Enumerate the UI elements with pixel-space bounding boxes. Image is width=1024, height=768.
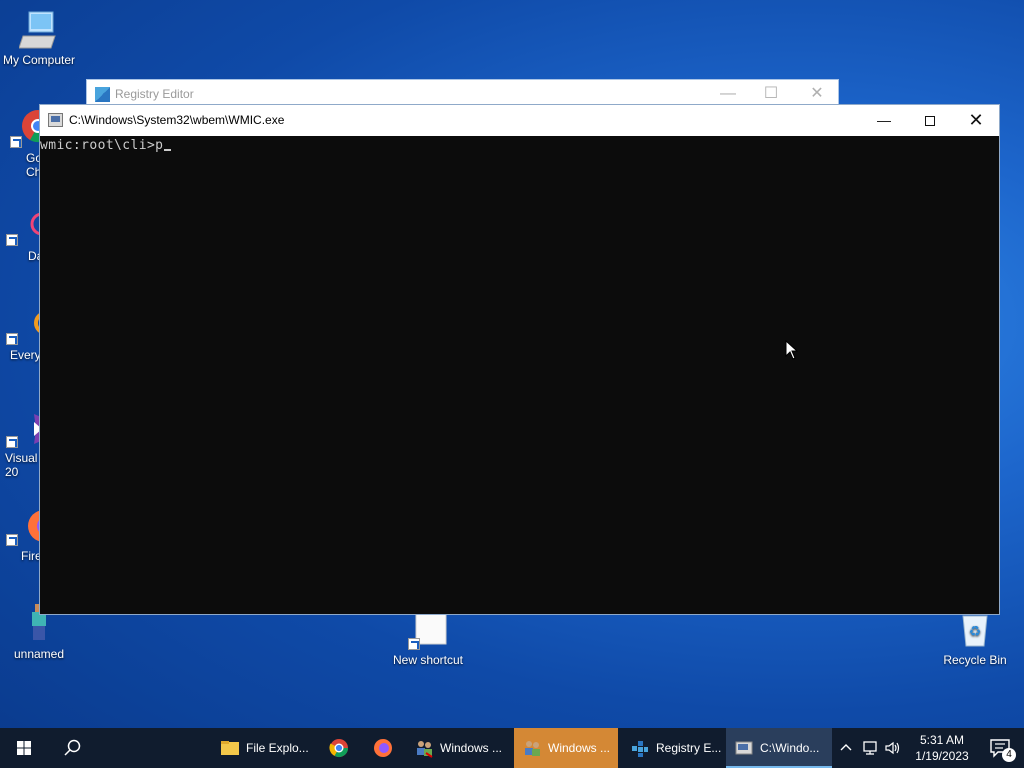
desktop-icon-my-computer[interactable]: My Computer — [1, 10, 77, 67]
network-icon[interactable] — [861, 740, 879, 756]
registry-icon — [95, 87, 110, 102]
console-terminal-area[interactable]: wmic:root\cli>p — [40, 136, 999, 614]
firefox-icon — [374, 739, 392, 757]
search-button[interactable] — [48, 728, 96, 768]
desktop-icon-new-shortcut[interactable]: New shortcut — [390, 610, 466, 667]
console-window-title: C:\Windows\System32\wbem\WMIC.exe — [69, 113, 285, 127]
start-button[interactable] — [0, 728, 48, 768]
taskbar-item-label: File Explo... — [246, 741, 309, 755]
maximize-icon — [925, 116, 935, 127]
desktop-icon-label: My Computer — [2, 53, 76, 67]
chrome-icon — [329, 739, 348, 758]
taskbar-item-label: C:\Windo... — [760, 741, 820, 755]
shortcut-arrow-icon — [408, 638, 420, 650]
svg-text:♻: ♻ — [969, 624, 982, 640]
shortcut-arrow-icon — [6, 534, 18, 546]
chevron-up-icon[interactable] — [838, 740, 854, 756]
prompt-text: wmic:root\cli>p — [40, 138, 164, 153]
taskbar-item-wmic-console[interactable]: C:\Windo... — [726, 728, 832, 768]
taskbar-item-registry-editor[interactable]: Registry E... — [622, 728, 724, 768]
windows-logo-icon — [17, 741, 31, 755]
taskbar-item-label: Windows ... — [548, 741, 611, 755]
system-clock[interactable]: 5:31 AM 1/19/2023 — [914, 732, 970, 764]
registry-icon — [632, 741, 648, 757]
taskbar-item-label: Registry E... — [656, 741, 722, 755]
search-icon — [64, 739, 81, 756]
desktop-icon-label: unnamed — [13, 647, 65, 661]
console-app-icon — [48, 113, 63, 127]
console-close-button[interactable]: ✕ — [953, 105, 999, 136]
taskbar-item-windows-2[interactable]: Windows ... — [514, 728, 618, 768]
blank-file-icon — [408, 610, 448, 650]
taskbar-item-label: Windows ... — [440, 741, 503, 755]
mouse-pointer-icon — [785, 340, 799, 360]
clock-time: 5:31 AM — [919, 733, 965, 747]
taskbar-item-firefox[interactable] — [362, 728, 404, 768]
users-icon — [417, 741, 433, 758]
text-cursor — [164, 149, 172, 151]
volume-icon[interactable] — [884, 740, 902, 756]
taskbar-item-file-explorer[interactable]: File Explo... — [212, 728, 316, 768]
registry-close-button[interactable]: ✕ — [794, 83, 840, 105]
console-maximize-button[interactable] — [907, 105, 953, 136]
notification-count-badge: 4 — [1002, 748, 1016, 762]
taskbar-item-windows-1[interactable]: Windows ... — [406, 728, 512, 768]
clock-date: 1/19/2023 — [915, 749, 969, 763]
console-titlebar[interactable]: C:\Windows\System32\wbem\WMIC.exe — ✕ — [40, 105, 999, 136]
registry-minimize-button[interactable]: — — [705, 83, 751, 105]
desktop-icon-label: Recycle Bin — [943, 653, 1007, 667]
console-icon — [735, 741, 753, 755]
folder-icon — [221, 741, 239, 755]
registry-window-title: Registry Editor — [115, 87, 194, 101]
users-icon — [525, 741, 540, 756]
desktop-icon-recycle-bin[interactable]: ♻ Recycle Bin — [937, 610, 1013, 667]
taskbar-item-chrome[interactable] — [318, 728, 360, 768]
action-center-button[interactable]: 4 — [988, 736, 1016, 762]
registry-maximize-button[interactable]: ☐ — [748, 83, 794, 105]
shortcut-arrow-icon — [10, 136, 22, 148]
console-prompt-line: wmic:root\cli>p — [40, 138, 172, 153]
desktop-icon-label: New shortcut — [392, 653, 464, 667]
console-minimize-button[interactable]: — — [861, 105, 907, 136]
shortcut-arrow-icon — [6, 333, 18, 345]
taskbar: File Explo... Windows ... Windows ... Re… — [0, 728, 1024, 768]
recycle-bin-icon: ♻ — [955, 610, 995, 650]
shortcut-arrow-icon — [6, 234, 18, 246]
shortcut-arrow-icon — [6, 436, 18, 448]
computer-icon — [18, 10, 59, 50]
wmic-console-window[interactable]: C:\Windows\System32\wbem\WMIC.exe — ✕ wm… — [39, 104, 1000, 615]
